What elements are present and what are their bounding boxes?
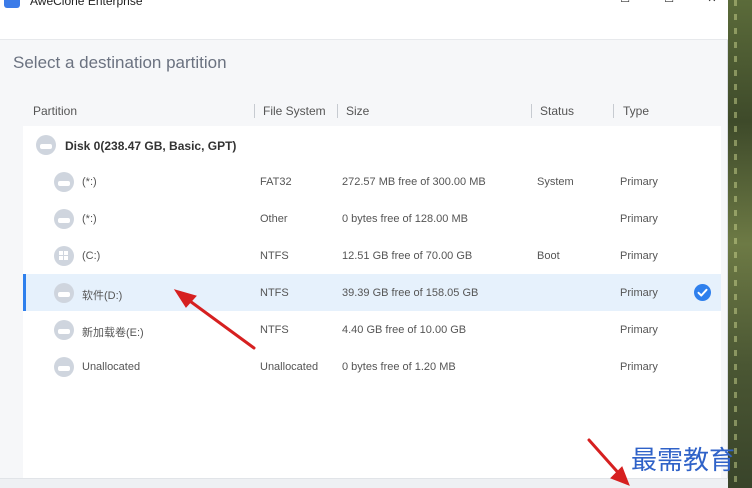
annotation-arrows (173, 289, 630, 486)
annotation-arrow (173, 289, 256, 350)
watermark-text: 最需教育 (631, 446, 736, 476)
annotation-arrow (587, 438, 630, 486)
